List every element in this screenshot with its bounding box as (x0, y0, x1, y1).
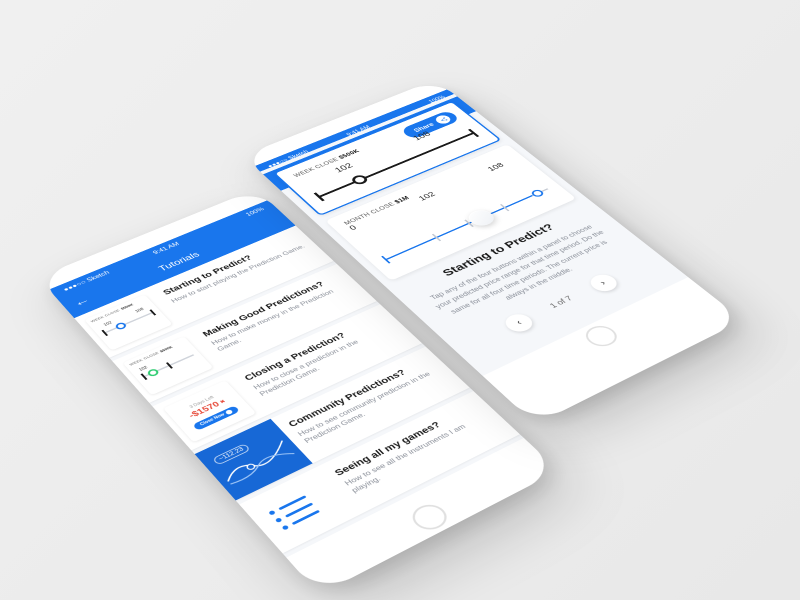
toggle-dot-icon (224, 409, 233, 415)
pager-next-button[interactable]: › (585, 272, 621, 295)
slider-tick-label: 0 (348, 224, 359, 232)
slider-value-low: 102 (332, 162, 355, 175)
pager-count: 1 of 7 (548, 295, 575, 310)
pager-prev-button[interactable]: ‹ (501, 311, 538, 335)
back-icon[interactable]: ← (71, 295, 93, 309)
